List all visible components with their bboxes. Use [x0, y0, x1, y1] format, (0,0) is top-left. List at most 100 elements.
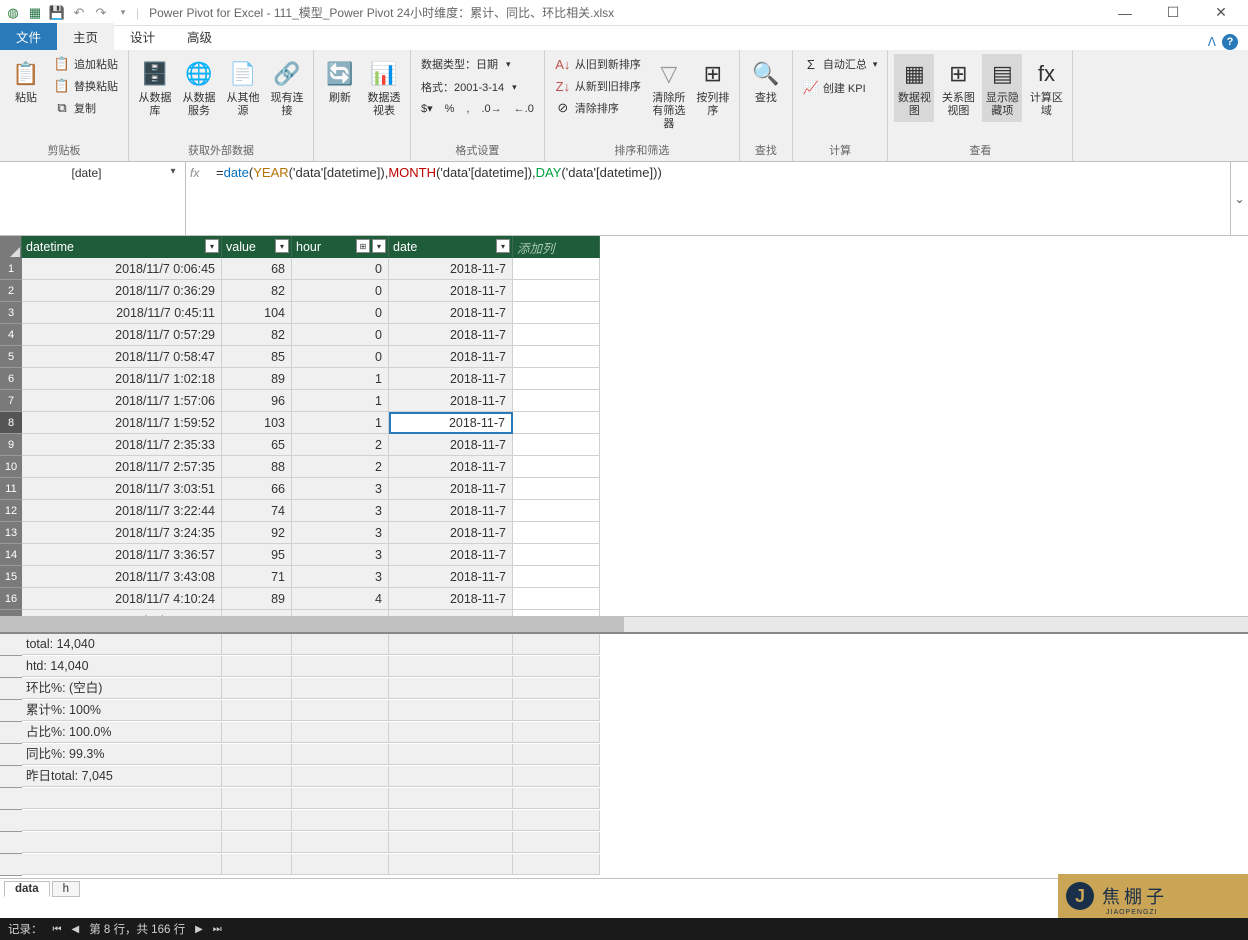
cell[interactable]: 0 [292, 346, 389, 368]
create-kpi-button[interactable]: 📈创建 KPI [799, 78, 870, 98]
measure-cell[interactable] [600, 656, 1248, 677]
cell[interactable]: 2018/11/7 0:57:29 [22, 324, 222, 346]
measure-cell[interactable]: htd: 14,040 [22, 656, 222, 677]
measure-cell[interactable] [222, 854, 292, 875]
tab-home[interactable]: 主页 [57, 23, 114, 50]
cell[interactable]: 96 [222, 390, 292, 412]
cell[interactable] [513, 478, 600, 500]
cell[interactable]: 0 [292, 258, 389, 280]
measure-cell[interactable] [22, 854, 222, 875]
cell[interactable] [513, 456, 600, 478]
measure-cell[interactable]: 环比%: (空白) [22, 678, 222, 699]
measure-cell[interactable] [389, 832, 513, 853]
measure-cell[interactable] [222, 656, 292, 677]
maximize-button[interactable]: ☐ [1158, 3, 1188, 23]
formula-input[interactable]: fx =date(YEAR('data'[datetime]),MONTH('d… [186, 162, 1248, 235]
cell[interactable]: 3 [292, 478, 389, 500]
cell[interactable]: 65 [222, 434, 292, 456]
cell[interactable]: 2018-11-7 [389, 588, 513, 610]
measure-cell[interactable] [292, 722, 389, 743]
measure-cell[interactable]: 昨日total: 7,045 [22, 766, 222, 787]
row-number[interactable]: 7 [0, 390, 22, 412]
cell[interactable]: 71 [222, 566, 292, 588]
paste-replace-button[interactable]: 📋替换粘贴 [50, 76, 122, 96]
row-number[interactable]: 5 [0, 346, 22, 368]
measure-cell[interactable] [292, 634, 389, 655]
autosum-button[interactable]: Σ自动汇总▾ [799, 54, 882, 74]
measure-cell[interactable] [292, 678, 389, 699]
measure-cell[interactable] [292, 810, 389, 831]
measure-cell[interactable] [600, 810, 1248, 831]
col-value[interactable]: value▾ [222, 236, 292, 258]
measure-cell[interactable] [222, 766, 292, 787]
cell[interactable]: 2018/11/7 1:57:06 [22, 390, 222, 412]
measure-cell[interactable] [513, 634, 600, 655]
cell[interactable] [513, 522, 600, 544]
expand-formula-button[interactable]: ⌄ [1230, 162, 1248, 236]
select-all-corner[interactable] [0, 236, 22, 258]
col-hour[interactable]: hour⊞▾ [292, 236, 389, 258]
cell[interactable] [513, 390, 600, 412]
filter-icon[interactable]: ▾ [496, 239, 510, 253]
row-number[interactable]: 6 [0, 368, 22, 390]
cell[interactable]: 3 [292, 566, 389, 588]
row-number[interactable]: 13 [0, 522, 22, 544]
measure-cell[interactable] [513, 722, 600, 743]
row-number[interactable]: 12 [0, 500, 22, 522]
row-number[interactable]: 9 [0, 434, 22, 456]
close-button[interactable]: ✕ [1206, 3, 1236, 23]
measure-cell[interactable] [389, 766, 513, 787]
first-record-button[interactable]: ⏮ [53, 924, 62, 935]
col-datetime[interactable]: datetime▾ [22, 236, 222, 258]
undo-icon[interactable]: ↶ [70, 4, 88, 22]
row-number[interactable]: 8 [0, 412, 22, 434]
prev-record-button[interactable]: ◀ [72, 924, 80, 935]
find-button[interactable]: 🔍查找 [746, 54, 786, 109]
measure-cell[interactable] [513, 656, 600, 677]
measure-cell[interactable] [389, 854, 513, 875]
measure-cell[interactable] [600, 678, 1248, 699]
measure-cell[interactable] [222, 700, 292, 721]
measure-cell[interactable]: 同比%: 99.3% [22, 744, 222, 765]
measure-cell[interactable]: total: 14,040 [22, 634, 222, 655]
cell[interactable]: 2018-11-7 [389, 346, 513, 368]
cell[interactable]: 104 [222, 302, 292, 324]
pivot-button[interactable]: 📊数据透视表 [364, 54, 404, 122]
from-other-button[interactable]: 📄从其他源 [223, 54, 263, 122]
percent-button[interactable]: % [441, 100, 459, 117]
measure-cell[interactable] [292, 744, 389, 765]
cell[interactable]: 2018-11-7 [389, 478, 513, 500]
cell[interactable]: 2018/11/7 3:03:51 [22, 478, 222, 500]
cell[interactable]: 2018/11/7 2:57:35 [22, 456, 222, 478]
cell[interactable]: 0 [292, 302, 389, 324]
cell[interactable]: 2018/11/7 3:36:57 [22, 544, 222, 566]
tab-design[interactable]: 设计 [114, 23, 171, 50]
measure-cell[interactable] [292, 700, 389, 721]
measure-cell[interactable] [222, 810, 292, 831]
row-number[interactable]: 4 [0, 324, 22, 346]
cell[interactable]: 1 [292, 390, 389, 412]
cell[interactable] [513, 280, 600, 302]
measure-cell[interactable] [600, 700, 1248, 721]
sheet-tab-data[interactable]: data [4, 881, 50, 897]
measure-cell[interactable] [513, 766, 600, 787]
measure-cell[interactable] [600, 788, 1248, 809]
data-grid[interactable]: datetime▾ value▾ hour⊞▾ date▾ 添加列 12018/… [0, 236, 1248, 632]
minimize-button[interactable]: — [1110, 3, 1140, 23]
cell[interactable]: 4 [292, 588, 389, 610]
cell[interactable]: 2018/11/7 3:22:44 [22, 500, 222, 522]
calc-area-button[interactable]: fx计算区域 [1026, 54, 1066, 122]
measure-cell[interactable]: 占比%: 100.0% [22, 722, 222, 743]
measure-cell[interactable] [292, 832, 389, 853]
cell[interactable]: 0 [292, 324, 389, 346]
cell[interactable] [513, 566, 600, 588]
measure-cell[interactable] [389, 722, 513, 743]
cell[interactable]: 2018-11-7 [389, 434, 513, 456]
cell[interactable] [513, 368, 600, 390]
measure-cell[interactable] [600, 634, 1248, 655]
cell[interactable]: 3 [292, 500, 389, 522]
cell[interactable]: 2018-11-7 [389, 544, 513, 566]
decrease-decimal-button[interactable]: ←.0 [510, 100, 538, 117]
measure-cell[interactable] [513, 854, 600, 875]
cell[interactable]: 82 [222, 324, 292, 346]
